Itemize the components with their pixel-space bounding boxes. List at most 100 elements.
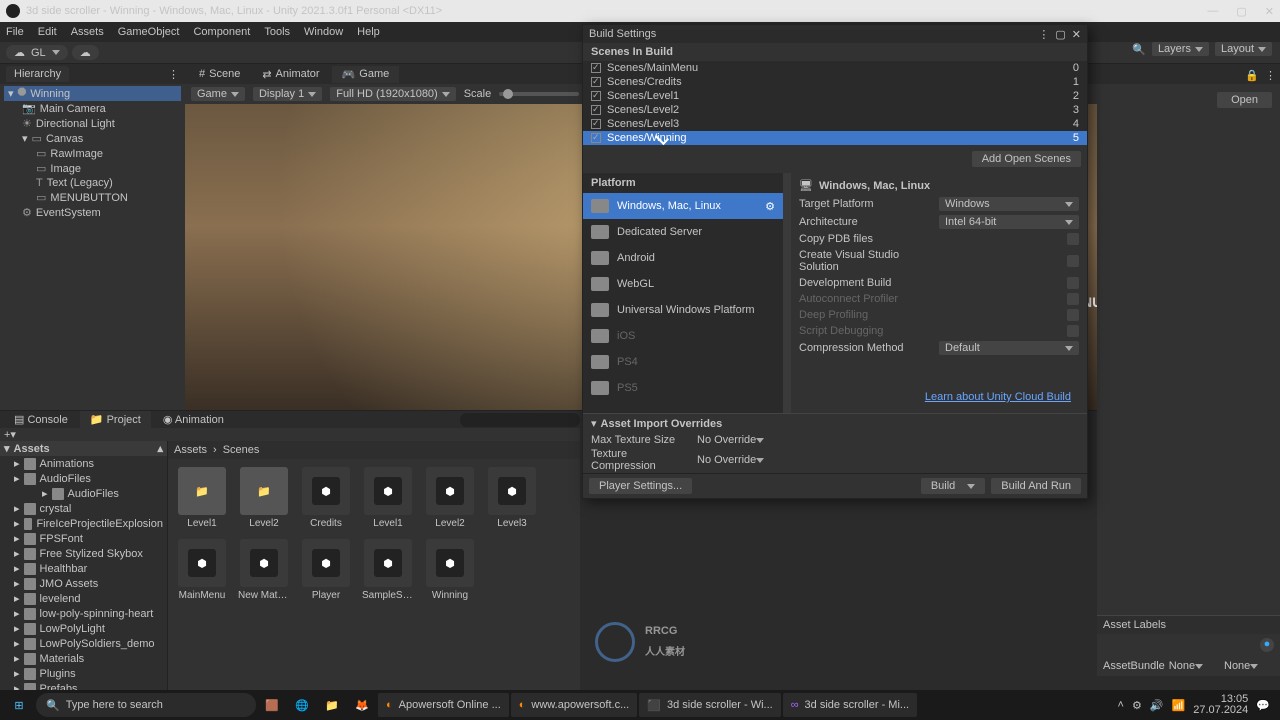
- tab-game[interactable]: 🎮Game: [332, 66, 400, 83]
- close-icon[interactable]: ✕: [1072, 28, 1081, 41]
- scene-row[interactable]: Scenes/Level23: [583, 103, 1087, 117]
- tex-compression-dropdown[interactable]: No Override: [697, 454, 787, 466]
- asset-item[interactable]: ⬢MainMenu: [176, 539, 228, 601]
- close-icon[interactable]: ✕: [1265, 5, 1274, 18]
- cloud-build-link[interactable]: Learn about Unity Cloud Build: [799, 385, 1079, 409]
- menu-gameobject[interactable]: GameObject: [118, 26, 180, 38]
- breadcrumb-item[interactable]: Assets: [174, 444, 207, 456]
- hierarchy-item[interactable]: ⚙EventSystem: [4, 205, 181, 220]
- menu-edit[interactable]: Edit: [38, 26, 57, 38]
- resolution-dropdown[interactable]: Full HD (1920x1080): [330, 87, 456, 101]
- platform-item[interactable]: Windows, Mac, Linux⚙: [583, 193, 783, 219]
- compression-dropdown[interactable]: Default: [939, 341, 1079, 355]
- platform-scrollbar[interactable]: [783, 173, 791, 413]
- menu-assets[interactable]: Assets: [71, 26, 104, 38]
- platform-item[interactable]: PS5: [583, 375, 783, 401]
- asset-item[interactable]: 📁Level1: [176, 467, 228, 529]
- copy-pdb-checkbox[interactable]: [1067, 233, 1079, 245]
- taskbar-app[interactable]: ⬛3d side scroller - Wi...: [639, 693, 780, 717]
- menu-help[interactable]: Help: [357, 26, 380, 38]
- add-open-scenes-button[interactable]: Add Open Scenes: [972, 151, 1081, 167]
- hierarchy-item[interactable]: ▭Image: [4, 161, 181, 176]
- platform-item[interactable]: PS4: [583, 349, 783, 375]
- taskbar-clock[interactable]: 13:0527.07.2024: [1193, 694, 1248, 716]
- folder-item[interactable]: ▸AudioFiles: [0, 471, 167, 486]
- vs-solution-checkbox[interactable]: [1067, 255, 1079, 267]
- build-and-run-button[interactable]: Build And Run: [991, 478, 1081, 494]
- hierarchy-tab[interactable]: Hierarchy: [6, 66, 69, 82]
- search-icon[interactable]: 🔍: [1132, 43, 1146, 56]
- folder-item[interactable]: ▸JMO Assets: [0, 576, 167, 591]
- platform-item[interactable]: iOS: [583, 323, 783, 349]
- layout-dropdown[interactable]: Layout: [1215, 42, 1272, 56]
- panel-menu-icon[interactable]: ⋮: [168, 68, 179, 81]
- folder-item[interactable]: ▸LowPolyLight: [0, 621, 167, 636]
- asset-item[interactable]: ⬢New Mater...: [238, 539, 290, 601]
- player-settings-button[interactable]: Player Settings...: [589, 478, 692, 494]
- taskbar-icon[interactable]: 🟫: [258, 692, 286, 718]
- hierarchy-item[interactable]: ▭RawImage: [4, 146, 181, 161]
- taskbar-icon[interactable]: 🌐: [288, 692, 316, 718]
- tab-project[interactable]: 📁 Project: [80, 411, 151, 428]
- scene-row[interactable]: Scenes/Level34: [583, 117, 1087, 131]
- game-mode-dropdown[interactable]: Game: [191, 87, 245, 101]
- tab-console[interactable]: ▤ Console: [4, 411, 78, 428]
- scene-root[interactable]: ▾⯃ Winning: [4, 86, 181, 101]
- hierarchy-item[interactable]: TText (Legacy): [4, 176, 181, 190]
- assetbundle-variant-dropdown[interactable]: None: [1224, 660, 1274, 672]
- folder-item[interactable]: ▸Materials: [0, 651, 167, 666]
- tab-scene[interactable]: #Scene: [189, 66, 250, 82]
- asset-item[interactable]: ⬢Level2: [424, 467, 476, 529]
- tray-icon[interactable]: ⚙: [1132, 699, 1142, 712]
- folder-item[interactable]: ▸Animations: [0, 456, 167, 471]
- asset-item[interactable]: ⬢Winning: [424, 539, 476, 601]
- project-search[interactable]: [460, 413, 580, 427]
- max-texture-dropdown[interactable]: No Override: [697, 434, 787, 446]
- tray-icon[interactable]: 🔊: [1150, 699, 1164, 712]
- panel-menu-icon[interactable]: ⋮: [1038, 28, 1049, 41]
- breadcrumb-item[interactable]: Scenes: [223, 444, 260, 456]
- tray-chevron-icon[interactable]: ˄: [1118, 699, 1124, 711]
- dev-build-checkbox[interactable]: [1067, 277, 1079, 289]
- folder-item[interactable]: ▸Free Stylized Skybox: [0, 546, 167, 561]
- display-dropdown[interactable]: Display 1: [253, 87, 322, 101]
- platform-item[interactable]: Android: [583, 245, 783, 271]
- hierarchy-item[interactable]: ☀Directional Light: [4, 116, 181, 131]
- assetbundle-dropdown[interactable]: None: [1169, 660, 1220, 672]
- hierarchy-item[interactable]: ▭MENUBUTTON: [4, 190, 181, 205]
- menu-tools[interactable]: Tools: [264, 26, 290, 38]
- folder-root[interactable]: ▾Assets▴: [0, 441, 167, 456]
- scene-row[interactable]: Scenes/Winning5: [583, 131, 1087, 145]
- minimize-icon[interactable]: —: [1207, 5, 1218, 18]
- build-button[interactable]: Build: [921, 478, 985, 494]
- account-dropdown[interactable]: ☁ GL: [6, 45, 68, 60]
- folder-item[interactable]: ▸AudioFiles: [0, 486, 167, 501]
- folder-item[interactable]: ▸FireIceProjectileExplosion: [0, 516, 167, 531]
- taskbar-icon[interactable]: 📁: [318, 692, 346, 718]
- platform-item[interactable]: WebGL: [583, 271, 783, 297]
- hierarchy-item[interactable]: ▾▭Canvas: [4, 131, 181, 146]
- tray-icon[interactable]: 📶: [1172, 699, 1186, 712]
- target-platform-dropdown[interactable]: Windows: [939, 197, 1079, 211]
- asset-item[interactable]: ⬢SampleSc...: [362, 539, 414, 601]
- maximize-icon[interactable]: ▢: [1236, 5, 1246, 18]
- add-icon[interactable]: +▾: [4, 428, 16, 441]
- tab-animator[interactable]: ⇄Animator: [252, 66, 329, 83]
- panel-menu-icon[interactable]: ⋮: [1265, 69, 1276, 82]
- folder-item[interactable]: ▸LowPolySoldiers_demo: [0, 636, 167, 651]
- maximize-icon[interactable]: ▢: [1055, 28, 1065, 41]
- cloud-button[interactable]: ☁: [72, 45, 99, 60]
- folder-item[interactable]: ▸crystal: [0, 501, 167, 516]
- scene-row[interactable]: Scenes/Level12: [583, 89, 1087, 103]
- taskbar-app[interactable]: ∞3d side scroller - Mi...: [783, 693, 917, 717]
- asset-item[interactable]: 📁Level2: [238, 467, 290, 529]
- notifications-icon[interactable]: 💬: [1256, 699, 1270, 712]
- tab-animation[interactable]: ◉ Animation: [153, 411, 234, 428]
- folder-item[interactable]: ▸FPSFont: [0, 531, 167, 546]
- layers-dropdown[interactable]: Layers: [1152, 42, 1209, 56]
- menu-component[interactable]: Component: [193, 26, 250, 38]
- folder-item[interactable]: ▸Plugins: [0, 666, 167, 681]
- open-button[interactable]: Open: [1217, 92, 1272, 108]
- folder-item[interactable]: ▸levelend: [0, 591, 167, 606]
- taskbar-app[interactable]: ◐Apowersoft Online ...: [378, 693, 509, 717]
